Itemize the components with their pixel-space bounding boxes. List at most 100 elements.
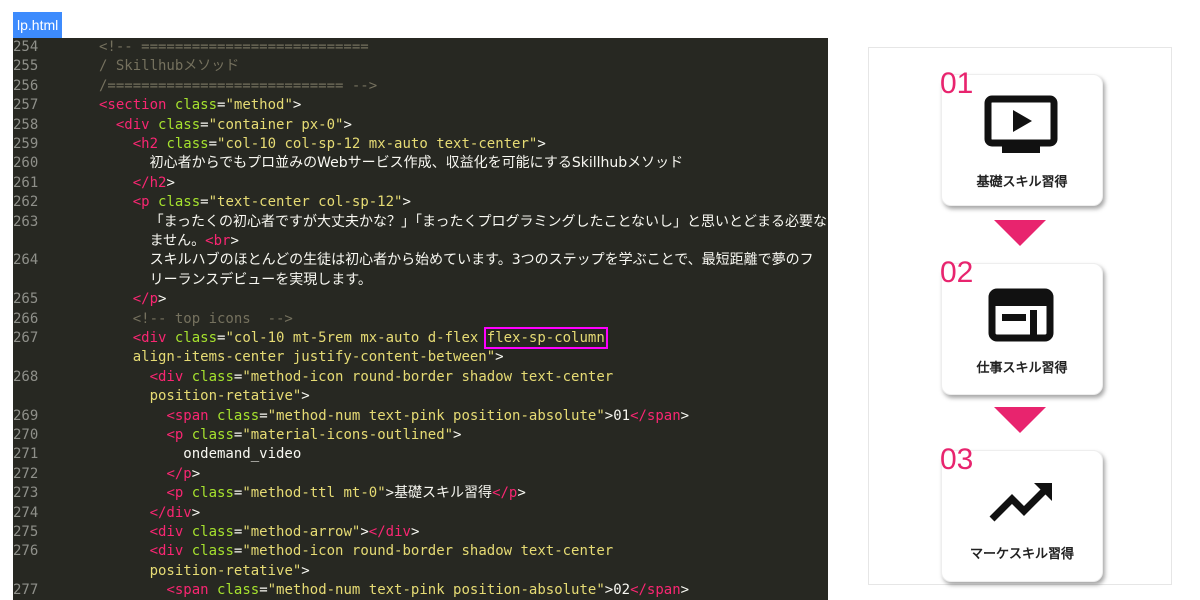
code-token: <p	[166, 485, 184, 502]
line-number: 270	[13, 427, 39, 443]
page-preview: 01 基礎スキル習得 02 仕事スキル習得 03 マーケスキル習得	[868, 47, 1172, 585]
code-text: <!-- ===========================	[99, 38, 369, 57]
line-number: 271	[13, 446, 39, 463]
code-text: スキルハブのほとんどの生徒は初心者から始めています。3つのステップを学ぶことで、…	[99, 251, 814, 270]
code-token: <div	[132, 330, 167, 346]
code-text: </div>	[99, 504, 201, 523]
code-token: =	[200, 194, 209, 211]
ondemand-video-icon	[984, 95, 1058, 153]
line-number: 272	[13, 465, 39, 482]
code-text: <!-- top icons -->	[99, 310, 293, 329]
code-token: >	[166, 174, 175, 191]
code-token: "text-center col-sp-12"	[208, 194, 403, 211]
code-token: >	[517, 485, 526, 502]
code-token: "material-icons-outlined"	[242, 427, 454, 443]
code-text: <span class="method-num text-pink positi…	[99, 581, 689, 600]
code-text: <div class="method-icon round-border sha…	[99, 542, 614, 561]
line-number: 260	[13, 155, 39, 172]
file-tab-label: lp.html	[17, 17, 59, 33]
line-number: 254	[13, 39, 39, 55]
code-token: >	[360, 524, 369, 540]
code-text: <p class="method-ttl mt-0">基礎スキル習得</p>	[99, 484, 526, 503]
code-token: "method"	[225, 97, 293, 114]
code-token: class	[191, 368, 234, 385]
code-token: "method-ttl mt-0"	[242, 485, 386, 502]
method-num-1: 01	[940, 67, 974, 100]
code-token: class	[191, 427, 234, 443]
method-arrow-2	[994, 407, 1046, 433]
code-token: "method-icon round-border shadow text-ce…	[242, 543, 614, 560]
line-number: 275	[13, 524, 39, 540]
code-text: リーランスデビューを実現します。	[99, 271, 372, 290]
code-token: position-retative"	[149, 388, 302, 405]
code-token: =	[259, 582, 268, 599]
line-number: 277	[13, 582, 39, 599]
code-token: </p	[132, 291, 159, 308]
code-text: <span class="method-num text-pink positi…	[99, 407, 689, 426]
code-token: </span	[630, 407, 681, 424]
code-token: </p	[166, 465, 192, 482]
code-token: >	[537, 136, 546, 152]
code-token: <span	[166, 582, 209, 599]
code-text: </h2>	[99, 174, 175, 193]
line-number: 266	[13, 310, 39, 327]
code-text: <p class="material-icons-outlined">	[99, 426, 461, 445]
code-text: <p class="text-center col-sp-12">	[99, 193, 411, 212]
code-text: <div class="container px-0">	[99, 116, 352, 135]
method-card-3: 03 マーケスキル習得	[940, 445, 1103, 582]
line-number: 255	[13, 58, 39, 75]
code-token: >02	[604, 582, 631, 599]
code-editor[interactable]: 254 <!-- =========================== 255 / …	[13, 38, 828, 600]
code-token: <p	[166, 427, 184, 443]
code-token: <section	[99, 97, 167, 114]
code-token: <br	[205, 233, 231, 249]
code-token: >	[292, 97, 302, 114]
code-text: <div class="method-icon round-border sha…	[99, 368, 614, 387]
code-token: <p	[132, 194, 150, 211]
code-token: <span	[166, 407, 209, 424]
line-number: 258	[13, 116, 39, 133]
code-token: </div	[368, 524, 411, 540]
line-number: 268	[13, 368, 39, 385]
code-token: class	[174, 330, 218, 346]
file-tab[interactable]: lp.html	[13, 12, 63, 38]
code-token: リーランスデビューを実現します。	[149, 271, 372, 288]
web-layout-icon	[988, 288, 1054, 342]
trending-up-icon	[989, 483, 1052, 522]
code-token: </h2	[132, 174, 167, 191]
code-token: >	[402, 194, 411, 211]
code-token: </div	[149, 504, 192, 521]
code-token: <div	[149, 543, 184, 560]
code-token: <div	[149, 368, 184, 385]
code-token: <div	[149, 524, 184, 540]
code-token: 初心者からでもプロ並みのWebサービス作成、収益化を可能にするSkillhubメ…	[149, 155, 684, 172]
code-token: >	[301, 388, 310, 405]
highlighted-class-token: flex-sp-column	[483, 327, 608, 349]
code-token: ondemand_video	[99, 446, 302, 463]
code-token: /============================ -->	[99, 77, 378, 94]
line-number: 265	[13, 291, 39, 308]
line-number: 269	[13, 407, 39, 424]
code-token: class	[158, 116, 201, 133]
code-token: "method-num text-pink position-absolute"	[267, 407, 605, 424]
code-token: class	[217, 407, 260, 424]
code-text: 初心者からでもプロ並みのWebサービス作成、収益化を可能にするSkillhubメ…	[99, 154, 684, 173]
code-token: 基礎スキル習得	[394, 485, 493, 502]
code-token: =	[259, 407, 268, 424]
code-token: "method-num text-pink position-absolute"	[267, 582, 605, 599]
code-token: >	[343, 116, 352, 133]
code-text: position-retative">	[99, 562, 310, 581]
